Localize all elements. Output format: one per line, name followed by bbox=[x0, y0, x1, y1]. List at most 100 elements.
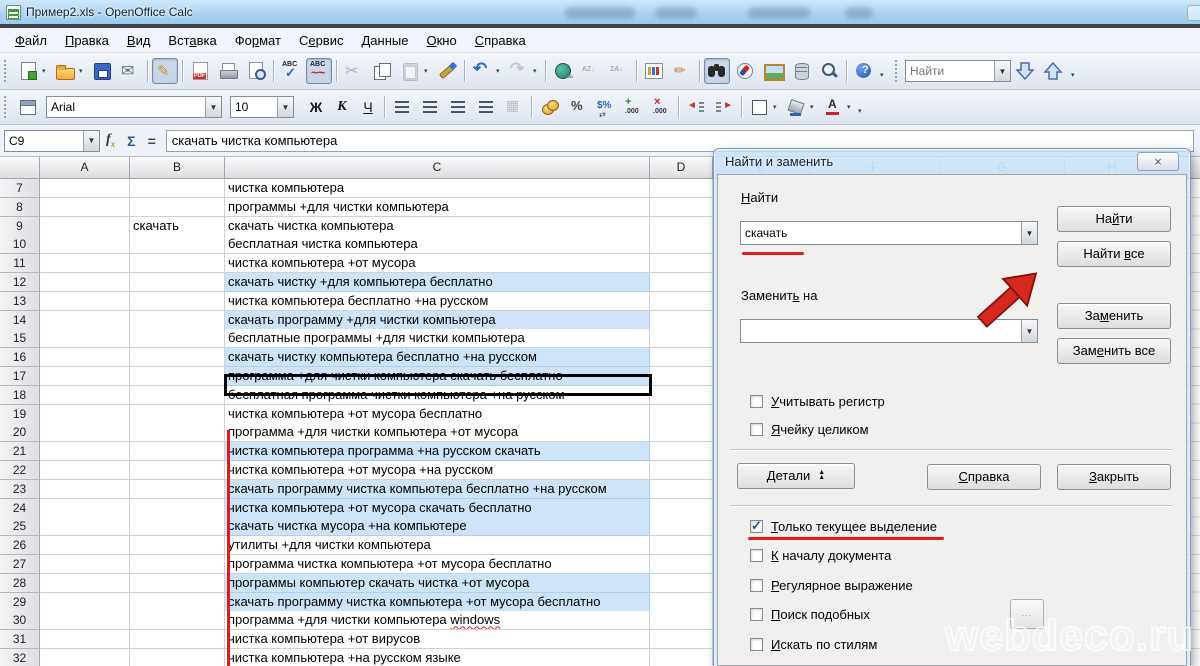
row-header-8[interactable]: 8 bbox=[0, 198, 40, 217]
cell-D27[interactable] bbox=[650, 555, 713, 574]
cell-A15[interactable] bbox=[40, 329, 130, 348]
cell-C28[interactable]: программы компьютер скачать чистка +от м… bbox=[225, 574, 650, 593]
edit-file-button[interactable] bbox=[152, 58, 178, 84]
cut-button[interactable] bbox=[341, 58, 367, 84]
menu-edit[interactable]: Правка bbox=[56, 30, 118, 51]
cell-A32[interactable] bbox=[40, 649, 130, 666]
cell-D22[interactable] bbox=[650, 461, 713, 480]
cell-C29[interactable]: скачать программу чистка компьютера +от … bbox=[225, 593, 650, 612]
cell-D25[interactable] bbox=[650, 517, 713, 536]
cell-C9[interactable]: скачать чистка компьютера bbox=[225, 217, 650, 236]
sort-ascending-button[interactable] bbox=[578, 58, 604, 84]
menu-format[interactable]: Формат bbox=[226, 30, 290, 51]
cell-B9[interactable]: скачать bbox=[130, 217, 225, 236]
cell-reference-input[interactable] bbox=[5, 131, 83, 151]
cell-A25[interactable] bbox=[40, 517, 130, 536]
cell-D29[interactable] bbox=[650, 593, 713, 612]
cell-D19[interactable] bbox=[650, 405, 713, 424]
row-header-22[interactable]: 22 bbox=[0, 461, 40, 480]
row-header-24[interactable]: 24 bbox=[0, 499, 40, 518]
open-button[interactable] bbox=[52, 58, 78, 84]
cell-B7[interactable] bbox=[130, 179, 225, 198]
cell-A17[interactable] bbox=[40, 367, 130, 386]
row-header-32[interactable]: 32 bbox=[0, 649, 40, 666]
decrease-indent-button[interactable] bbox=[683, 94, 709, 120]
menu-file[interactable]: Файл bbox=[6, 30, 56, 51]
cell-B14[interactable] bbox=[130, 311, 225, 330]
standard-format-button[interactable] bbox=[592, 94, 618, 120]
cell-B31[interactable] bbox=[130, 630, 225, 649]
add-decimal-button[interactable] bbox=[620, 94, 646, 120]
cell-A12[interactable] bbox=[40, 273, 130, 292]
hyperlink-button[interactable] bbox=[550, 58, 576, 84]
toolbar-grip[interactable] bbox=[895, 60, 902, 82]
row-header-12[interactable]: 12 bbox=[0, 273, 40, 292]
cell-B24[interactable] bbox=[130, 499, 225, 518]
cell-A28[interactable] bbox=[40, 574, 130, 593]
cell-D17[interactable] bbox=[650, 367, 713, 386]
cell-A22[interactable] bbox=[40, 461, 130, 480]
spellcheck-button[interactable] bbox=[278, 58, 304, 84]
cell-A14[interactable] bbox=[40, 311, 130, 330]
gallery-button[interactable] bbox=[760, 58, 786, 84]
chevron-down-icon[interactable]: ▼ bbox=[1021, 222, 1037, 244]
regular-expressions-checkbox[interactable] bbox=[750, 579, 763, 592]
cell-A8[interactable] bbox=[40, 198, 130, 217]
row-header-19[interactable]: 19 bbox=[0, 405, 40, 424]
cell-A23[interactable] bbox=[40, 480, 130, 499]
font-color-dropdown-icon[interactable]: ▾ bbox=[847, 103, 856, 111]
cell-A11[interactable] bbox=[40, 254, 130, 273]
cell-A7[interactable] bbox=[40, 179, 130, 198]
cell-A19[interactable] bbox=[40, 405, 130, 424]
row-header-23[interactable]: 23 bbox=[0, 480, 40, 499]
cell-C27[interactable]: программа чистка компьютера +от мусора б… bbox=[225, 555, 650, 574]
close-button[interactable]: Закрыть bbox=[1057, 464, 1171, 490]
chart-button[interactable] bbox=[641, 58, 667, 84]
new-document-dropdown-icon[interactable]: ▾ bbox=[42, 67, 51, 75]
cell-B18[interactable] bbox=[130, 386, 225, 405]
percent-format-button[interactable] bbox=[564, 94, 590, 120]
draw-functions-button[interactable] bbox=[669, 58, 695, 84]
cell-D14[interactable] bbox=[650, 311, 713, 330]
chevron-down-icon[interactable]: ▼ bbox=[205, 97, 221, 117]
align-justify-button[interactable] bbox=[473, 94, 499, 120]
cell-C12[interactable]: скачать чистку +для компьютера бесплатно bbox=[225, 273, 650, 292]
row-header-11[interactable]: 11 bbox=[0, 254, 40, 273]
dialog-title-bar[interactable]: Найти и заменить × bbox=[714, 149, 1190, 174]
cell-C16[interactable]: скачать чистку компьютера бесплатно +на … bbox=[225, 348, 650, 367]
toolbar-overflow-icon[interactable]: ▾ bbox=[858, 107, 867, 115]
cell-D32[interactable] bbox=[650, 649, 713, 666]
cell-A24[interactable] bbox=[40, 499, 130, 518]
cell-C21[interactable]: чистка компьютера программа +на русском … bbox=[225, 442, 650, 461]
borders-button[interactable] bbox=[746, 94, 772, 120]
row-header-14[interactable]: 14 bbox=[0, 311, 40, 330]
find-next-button[interactable] bbox=[1015, 61, 1035, 81]
cell-D18[interactable] bbox=[650, 386, 713, 405]
chevron-down-icon[interactable]: ▼ bbox=[83, 131, 99, 151]
cell-D15[interactable] bbox=[650, 329, 713, 348]
formula-input[interactable] bbox=[167, 133, 1193, 148]
match-case-checkbox[interactable] bbox=[750, 395, 763, 408]
row-header-28[interactable]: 28 bbox=[0, 574, 40, 593]
print-button[interactable] bbox=[215, 58, 241, 84]
open-dropdown-icon[interactable]: ▾ bbox=[79, 67, 88, 75]
cell-C7[interactable]: чистка компьютера bbox=[225, 179, 650, 198]
replace-button[interactable]: Заменить bbox=[1057, 303, 1171, 329]
currency-format-button[interactable] bbox=[536, 94, 562, 120]
chevron-down-icon[interactable]: ▼ bbox=[277, 97, 293, 117]
font-size-input[interactable] bbox=[231, 97, 277, 117]
row-header-31[interactable]: 31 bbox=[0, 630, 40, 649]
cell-B26[interactable] bbox=[130, 536, 225, 555]
cell-D26[interactable] bbox=[650, 536, 713, 555]
font-color-button[interactable] bbox=[820, 94, 846, 120]
cell-C14[interactable]: скачать программу +для чистки компьютера bbox=[225, 311, 650, 330]
row-header-15[interactable]: 15 bbox=[0, 329, 40, 348]
email-button[interactable] bbox=[117, 58, 143, 84]
align-center-button[interactable] bbox=[417, 94, 443, 120]
autospellcheck-button[interactable] bbox=[306, 58, 332, 84]
cell-C19[interactable]: чистка компьютера +от мусора бесплатно bbox=[225, 405, 650, 424]
search-styles-checkbox[interactable] bbox=[750, 638, 763, 651]
cell-D11[interactable] bbox=[650, 254, 713, 273]
backwards-checkbox[interactable] bbox=[750, 549, 763, 562]
function-wizard-icon[interactable]: fx bbox=[106, 132, 115, 149]
